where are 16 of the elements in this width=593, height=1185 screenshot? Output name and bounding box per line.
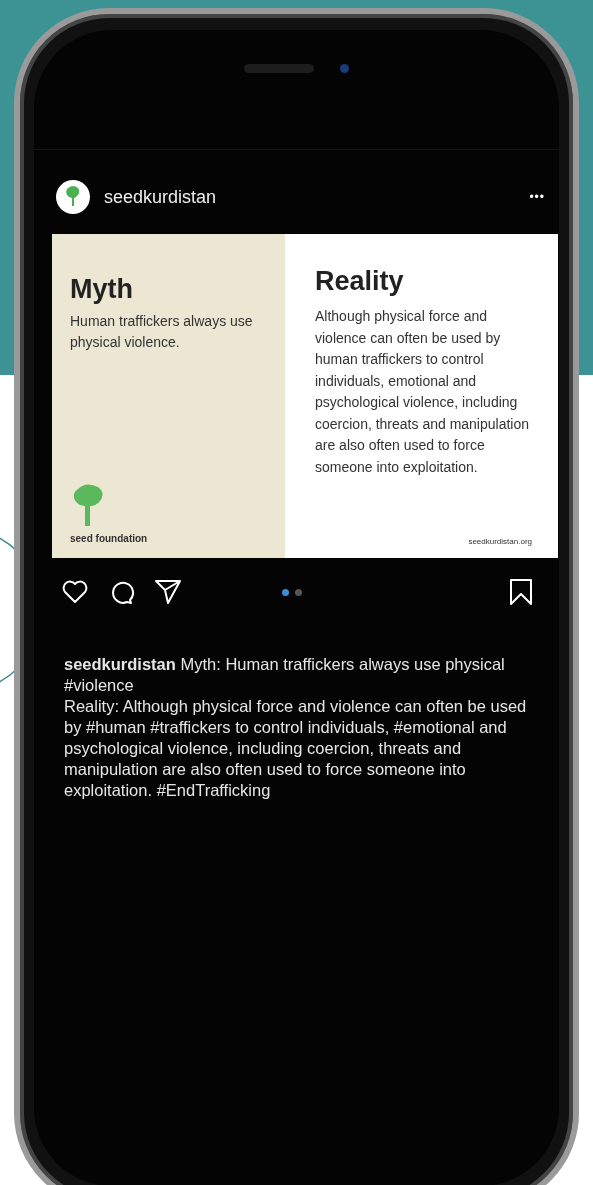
caption-text: seedkurdistan Myth: Human traffickers always use physical #violence: [64, 654, 506, 696]
reality-title: Reality: [315, 266, 405, 297]
username[interactable]: seedkurdistan: [104, 186, 217, 208]
website-text: seedkurdistan.org: [468, 537, 532, 546]
reality-text: Although physical force and violence can often be used by human traffickers to control individuals, emotional and psychological violence, including coercion, threats and manipulation are also often used to force someone into exploitation.: [315, 307, 531, 477]
speaker-grille: [244, 64, 314, 73]
logo-text: seed foundation: [70, 533, 148, 544]
more-button[interactable]: •••: [529, 190, 545, 204]
caption-text: Reality: Although physical force and violence can often be used by #human #traffickers to control individuals, #emotional and psychological violence, including coercion, threats and manipulation are also often used to force someone into exploitation. #EndTrafficking: [64, 696, 528, 801]
tree-avatar-icon: [56, 180, 90, 214]
myth-text: Human traffickers always use physical violence.: [70, 312, 254, 352]
myth-title: Myth: [70, 274, 134, 305]
send-icon[interactable]: [154, 579, 182, 605]
bookmark-icon[interactable]: [509, 578, 533, 606]
camera-dot: [340, 64, 349, 73]
like-icon[interactable]: [62, 580, 88, 604]
